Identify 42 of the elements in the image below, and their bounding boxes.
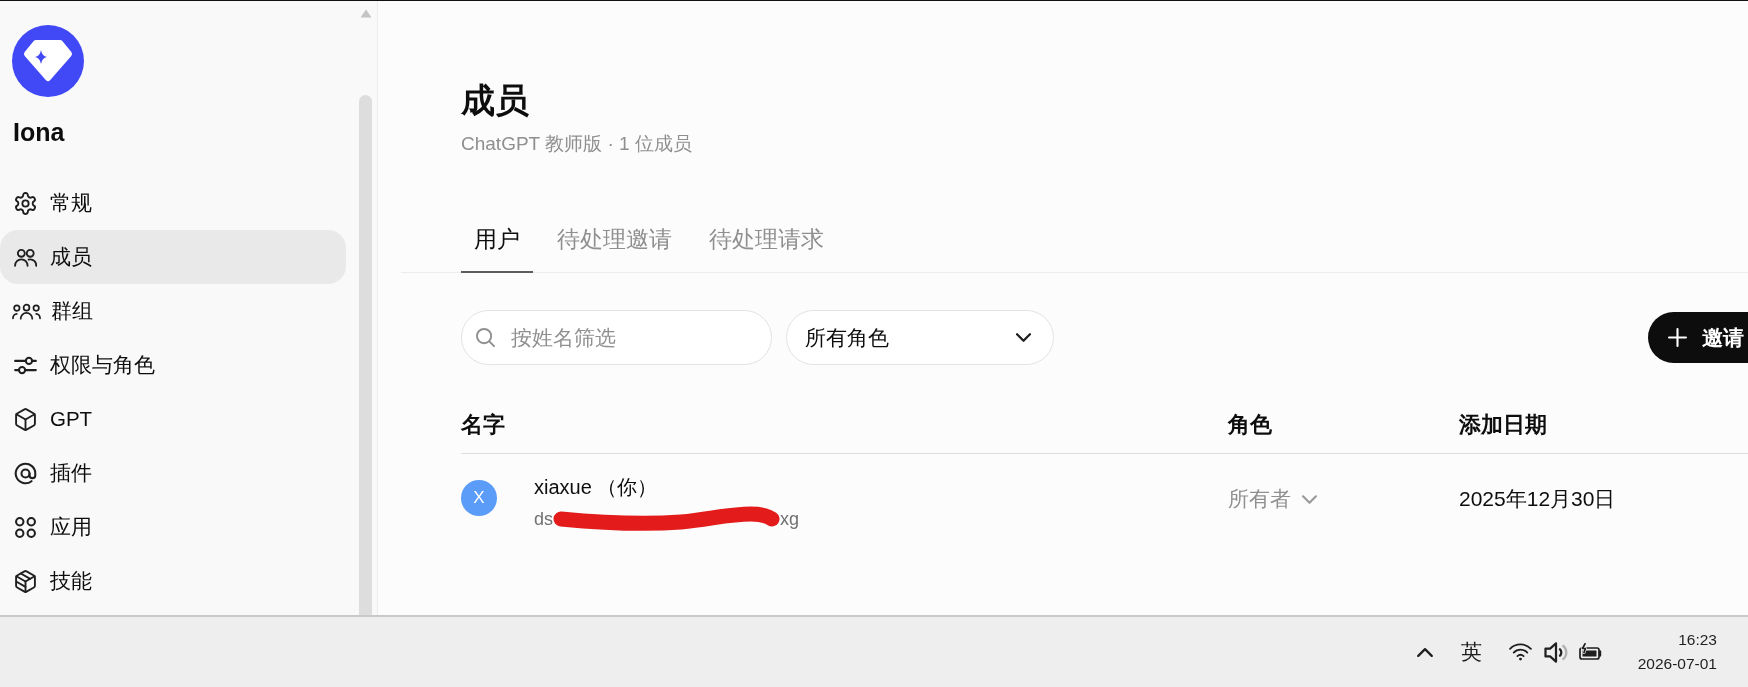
page-subtitle: ChatGPT 教师版 · 1 位成员 (461, 132, 692, 156)
package-icon (14, 569, 37, 593)
speaker-icon[interactable] (1543, 641, 1568, 663)
user-avatar: X (461, 480, 497, 516)
at-sign-icon (14, 461, 37, 485)
sidebar-item[interactable]: 应用 (0, 500, 346, 554)
user-name: xiaxue （你） (534, 475, 658, 500)
wifi-icon[interactable] (1508, 643, 1532, 661)
clock-time: 16:23 (1678, 630, 1717, 650)
sidebar-item[interactable]: 权限与角色 (0, 338, 346, 392)
sidebar-item[interactable]: 技能 (0, 554, 346, 608)
clock-date: 2026-07-01 (1637, 654, 1717, 674)
search-icon (476, 328, 495, 347)
cube-icon (14, 407, 37, 431)
email-text: xg (780, 508, 800, 531)
invite-button[interactable]: 邀请 (1648, 312, 1748, 363)
scrollbar-thumb[interactable] (359, 95, 372, 615)
four-circles-icon (14, 515, 37, 539)
sidebar-item[interactable]: 群组 (0, 284, 346, 338)
search-field[interactable]: 按姓名筛选 (461, 310, 772, 365)
column-header: 添加日期 (1459, 411, 1547, 439)
input-method-indicator[interactable]: 英 (1460, 638, 1482, 666)
chevron-down-icon (1302, 494, 1317, 504)
settings-icon (14, 191, 37, 215)
date-added-cell-text: 2025年12月30日 (1459, 486, 1616, 512)
group-icon (12, 302, 41, 320)
chevron-down-icon (1016, 333, 1031, 342)
workspace-logo-icon (12, 25, 84, 97)
email-text: ds (534, 508, 553, 531)
role-filter-dropdown[interactable]: 所有角色 (786, 310, 1054, 365)
plus-icon (1668, 328, 1687, 347)
page-title: 成员 (461, 80, 529, 121)
column-header: 角色 (1228, 411, 1272, 439)
sidebar-item[interactable]: 插件 (0, 446, 346, 500)
battery-charging-icon[interactable] (1578, 643, 1603, 661)
tab[interactable]: 用户 (461, 224, 533, 273)
column-header: 名字 (461, 411, 505, 439)
sidebar-item[interactable]: GPT (0, 392, 346, 446)
workspace-name: Iona (13, 117, 65, 147)
sidebar-item[interactable]: 常规 (0, 176, 346, 230)
chevron-up-icon[interactable] (1416, 647, 1433, 657)
sidebar-item[interactable]: 成员 (0, 230, 346, 284)
